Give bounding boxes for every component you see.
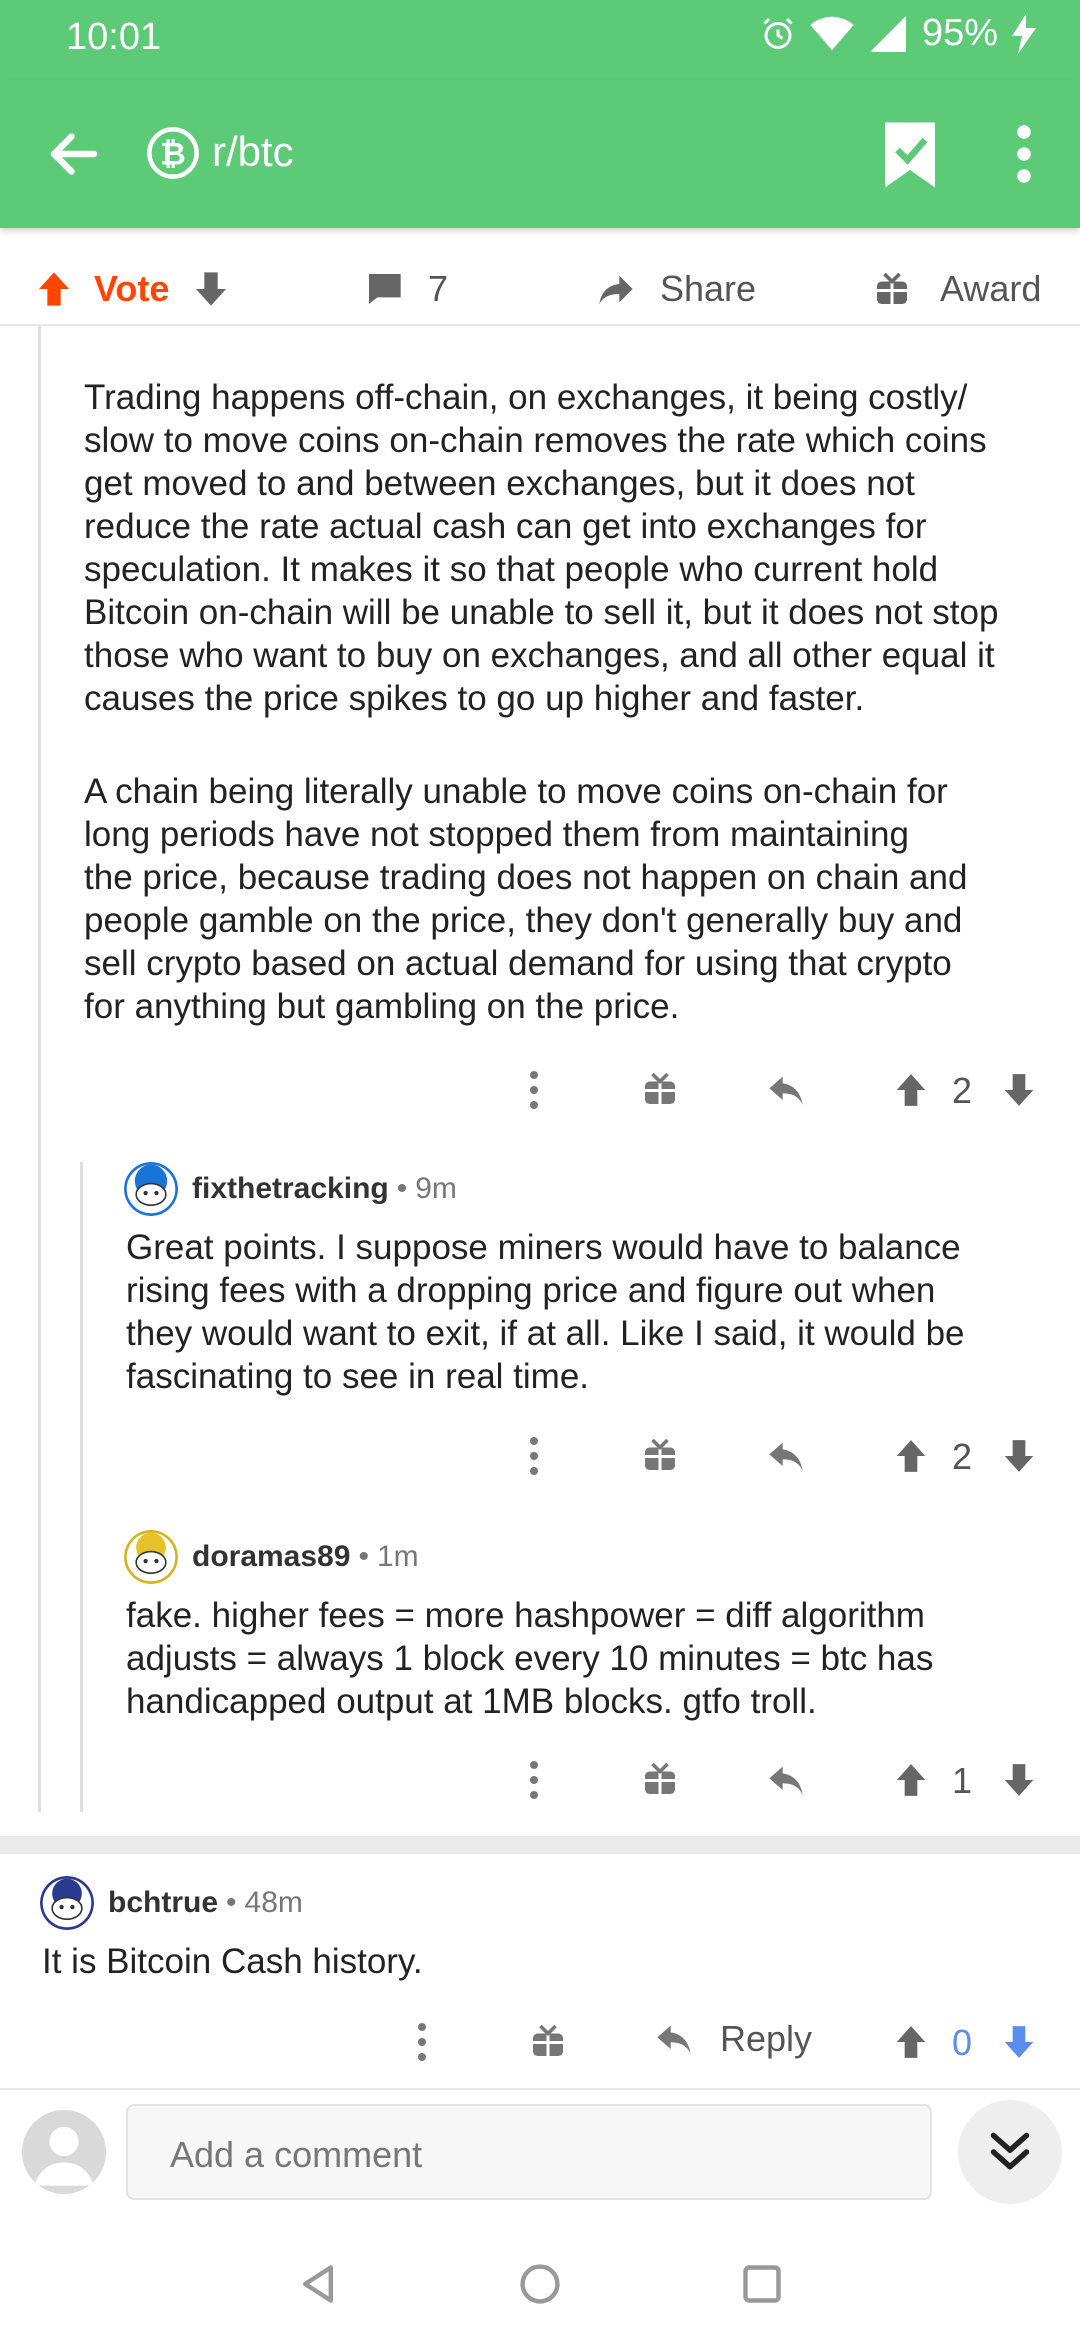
comment-separator xyxy=(0,1836,1080,1854)
comment-author[interactable]: fixthetracking xyxy=(192,1172,389,1206)
system-nav-bar xyxy=(0,2220,1080,2340)
comment-score: 0 xyxy=(952,2022,973,2063)
status-bar: 10:01 95% xyxy=(0,0,1080,80)
wifi-icon xyxy=(810,16,854,50)
comment-header: doramas89 • 1m xyxy=(124,1530,419,1584)
more-vertical-icon[interactable] xyxy=(414,2022,430,2062)
arrow-left-icon[interactable] xyxy=(44,124,104,184)
comment-header: bchtrue • 48m xyxy=(40,1876,303,1930)
bitcoin-icon[interactable]: ₿ xyxy=(146,126,200,180)
status-time: 10:01 xyxy=(66,16,162,58)
svg-text:₿: ₿ xyxy=(160,136,186,172)
upvote-icon[interactable] xyxy=(892,2022,930,2062)
more-vertical-icon[interactable] xyxy=(526,1070,542,1110)
subreddit-title[interactable]: r/btc xyxy=(212,128,294,176)
more-vertical-icon[interactable] xyxy=(526,1760,542,1800)
share-label: Share xyxy=(660,268,757,309)
back-nav-icon[interactable] xyxy=(296,2262,340,2306)
comment-score: 1 xyxy=(952,1760,973,1801)
double-chevron-down-icon xyxy=(990,2132,1030,2170)
reply-label: Reply xyxy=(720,2018,813,2059)
downvote-icon[interactable] xyxy=(191,269,231,309)
vote-control: Vote xyxy=(34,268,231,310)
gift-icon[interactable] xyxy=(642,1070,678,1108)
comment-text: It is Bitcoin Cash history. xyxy=(42,1942,423,1981)
user-avatar[interactable] xyxy=(22,2110,106,2194)
award-button[interactable]: Award xyxy=(874,268,1041,310)
comment-actions: 2 xyxy=(0,1060,1080,1120)
downvote-icon[interactable] xyxy=(1000,1760,1038,1800)
comments-button[interactable]: 7 xyxy=(364,268,448,310)
comment-text: A chain being literally unable to move c… xyxy=(84,772,968,1026)
avatar[interactable] xyxy=(124,1530,178,1584)
comment-time: 9m xyxy=(415,1172,457,1205)
comment-text: Trading happens off-chain, on exchanges,… xyxy=(84,378,999,718)
comment-author[interactable]: doramas89 xyxy=(192,1540,350,1574)
gift-icon[interactable] xyxy=(642,1436,678,1474)
upvote-icon[interactable] xyxy=(892,1436,930,1476)
comment-actions: 1 xyxy=(0,1750,1080,1810)
reply-icon xyxy=(657,2025,691,2054)
more-vertical-icon[interactable] xyxy=(1004,124,1044,184)
comment-text: fake. higher fees = more hashpower = dif… xyxy=(126,1596,934,1721)
comment-actions: Reply 0 xyxy=(0,2012,1080,2072)
bookmark-check-icon[interactable] xyxy=(880,120,940,190)
share-button[interactable]: Share xyxy=(594,268,756,310)
compose-bar: Add a comment xyxy=(0,2088,1080,2220)
app-bar: ₿ r/btc xyxy=(0,80,1080,228)
charging-icon xyxy=(1012,13,1036,54)
avatar[interactable] xyxy=(124,1162,178,1216)
downvote-icon[interactable] xyxy=(1000,1070,1038,1110)
comment-actions: 2 xyxy=(0,1426,1080,1486)
reply-icon[interactable] xyxy=(764,1760,808,1800)
post-action-bar: Vote 7 Share Award xyxy=(0,262,1080,326)
comment-text: Great points. I suppose miners would hav… xyxy=(126,1228,965,1396)
comment-count: 7 xyxy=(428,268,449,309)
downvote-icon[interactable] xyxy=(1000,1436,1038,1476)
recents-nav-icon[interactable] xyxy=(740,2262,784,2306)
home-nav-icon[interactable] xyxy=(518,2262,562,2306)
comment-time: 48m xyxy=(244,1886,303,1919)
thread-line[interactable] xyxy=(80,1162,83,1812)
reply-button[interactable]: Reply xyxy=(652,2018,812,2060)
comment-icon xyxy=(367,274,401,304)
reply-icon[interactable] xyxy=(764,1436,808,1476)
comment-header: fixthetracking • 9m xyxy=(124,1162,457,1216)
comment-time: 1m xyxy=(376,1540,419,1573)
upvote-icon[interactable] xyxy=(892,1070,930,1110)
add-comment-input[interactable]: Add a comment xyxy=(126,2104,932,2200)
user-icon xyxy=(34,2126,94,2186)
gift-icon[interactable] xyxy=(530,2022,566,2060)
comment-author[interactable]: bchtrue xyxy=(108,1886,218,1920)
upvote-icon[interactable] xyxy=(34,269,74,309)
signal-icon xyxy=(869,15,906,52)
comment-score: 2 xyxy=(952,1436,973,1477)
share-icon xyxy=(599,275,633,304)
scroll-down-button[interactable] xyxy=(958,2100,1062,2204)
vote-label: Vote xyxy=(94,268,170,309)
battery-percent: 95% xyxy=(921,12,998,54)
comment-score: 2 xyxy=(952,1070,973,1111)
gift-icon[interactable] xyxy=(642,1760,678,1798)
reply-icon[interactable] xyxy=(764,1070,808,1110)
avatar[interactable] xyxy=(40,1876,94,1930)
more-vertical-icon[interactable] xyxy=(526,1436,542,1476)
award-label: Award xyxy=(940,268,1042,309)
downvote-icon[interactable] xyxy=(1000,2022,1038,2062)
alarm-icon xyxy=(763,17,793,49)
gift-icon xyxy=(877,272,907,304)
upvote-icon[interactable] xyxy=(892,1760,930,1800)
